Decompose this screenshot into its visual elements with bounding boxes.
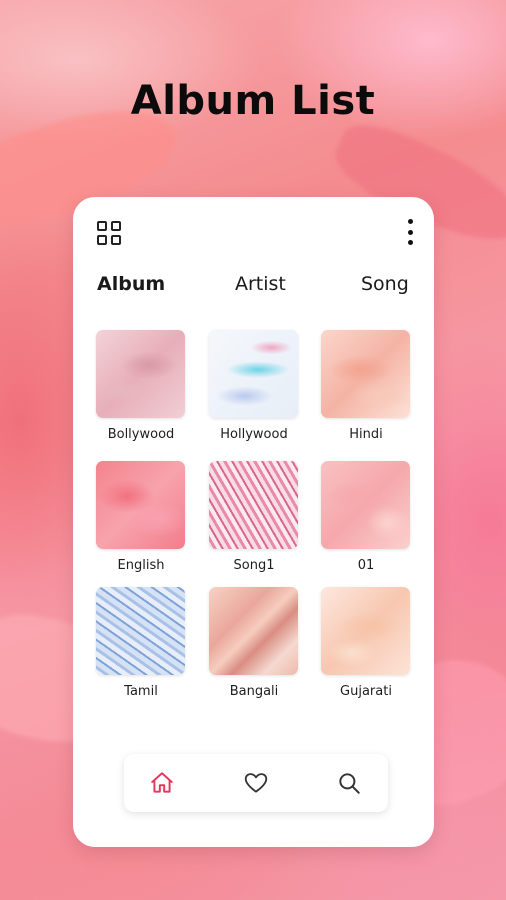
page-title: Album List [130, 78, 376, 124]
album-label: Gujarati [340, 684, 392, 699]
grid-view-icon[interactable] [97, 221, 121, 245]
heart-icon[interactable] [241, 768, 271, 798]
album-thumbnail [96, 587, 185, 675]
album-label: Song1 [233, 558, 275, 573]
album-thumbnail [209, 330, 298, 418]
more-vertical-icon[interactable] [406, 219, 414, 245]
album-label: 01 [357, 558, 375, 573]
album-label: Hindi [349, 427, 383, 442]
album-thumbnail [209, 461, 298, 549]
album-thumbnail [321, 330, 410, 418]
album-item[interactable]: Song1 [209, 461, 299, 573]
search-icon[interactable] [334, 768, 364, 798]
tab-bar: Album Artist Song [73, 273, 434, 303]
album-item[interactable]: Hollywood [209, 330, 299, 442]
album-thumbnail [209, 587, 298, 675]
album-label: Tamil [124, 684, 158, 699]
album-thumbnail [96, 330, 185, 418]
album-item[interactable]: 01 [321, 461, 411, 573]
album-label: English [117, 558, 165, 573]
album-item[interactable]: Bangali [209, 587, 299, 699]
tab-artist[interactable]: Artist [235, 273, 286, 295]
album-label: Bollywood [107, 427, 175, 442]
album-label: Bangali [229, 684, 279, 699]
home-icon[interactable] [147, 768, 177, 798]
album-thumbnail [96, 461, 185, 549]
album-item[interactable]: Hindi [321, 330, 411, 442]
bottom-navigation [124, 754, 388, 812]
album-list-card: Album Artist Song Bollywood Hollywood Hi… [73, 197, 434, 847]
album-thumbnail [321, 587, 410, 675]
tab-song[interactable]: Song [361, 273, 409, 295]
tab-album[interactable]: Album [97, 273, 165, 295]
album-item[interactable]: Gujarati [321, 587, 411, 699]
album-item[interactable]: English [96, 461, 186, 573]
album-item[interactable]: Bollywood [96, 330, 186, 442]
album-thumbnail [321, 461, 410, 549]
album-item[interactable]: Tamil [96, 587, 186, 699]
album-label: Hollywood [220, 427, 288, 442]
